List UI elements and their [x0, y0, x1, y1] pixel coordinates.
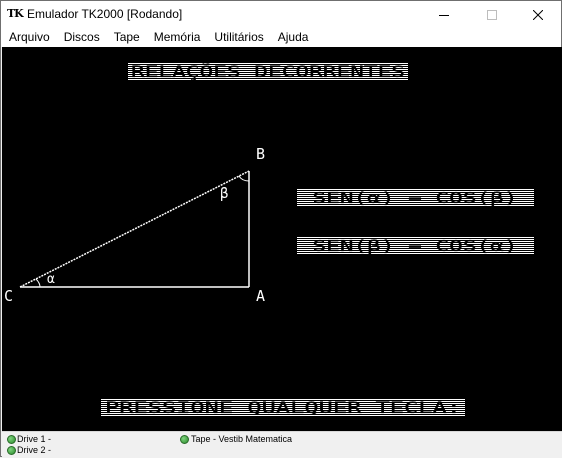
menu-utilitarios[interactable]: Utilitários — [207, 28, 270, 47]
maximize-button — [469, 1, 515, 28]
status-bar: Drive 1 - Drive 2 - Tape - Vestib Matema… — [2, 431, 562, 458]
close-icon — [533, 9, 543, 20]
menu-ajuda[interactable]: Ajuda — [271, 28, 316, 47]
close-button[interactable] — [515, 1, 561, 28]
title-bar[interactable]: TK Emulador TK2000 [Rodando] — [1, 1, 561, 28]
emulator-window: TK Emulador TK2000 [Rodando] Arquivo Dis… — [0, 0, 562, 458]
menu-memoria[interactable]: Memória — [147, 28, 208, 47]
screen-heading: RELAÇÕES DECORRENTES — [131, 62, 405, 81]
relation-1-text: SEN(α) = COS(β) — [313, 189, 518, 207]
menu-arquivo[interactable]: Arquivo — [1, 28, 57, 47]
maximize-icon — [487, 9, 497, 20]
drive1-status: Drive 1 - — [17, 434, 52, 444]
vertex-a-label: A — [256, 287, 265, 305]
drive1-led-icon — [7, 435, 16, 444]
vertex-b-label: B — [256, 145, 265, 163]
minimize-icon — [439, 14, 449, 16]
prompt-text: PRESSIONE QUALQUER TECLA: — [105, 398, 461, 417]
drive2-led-icon — [7, 446, 16, 455]
alpha-arc — [35, 278, 41, 288]
menu-tape[interactable]: Tape — [107, 28, 147, 47]
screen-graphics: RELAÇÕES DECORRENTES B A C β α SEN(α) = … — [4, 62, 534, 417]
relation-2-text: SEN(β) = COS(α) — [313, 237, 518, 255]
triangle-hypotenuse — [19, 170, 250, 288]
menu-bar: Arquivo Discos Tape Memória Utilitários … — [1, 28, 561, 47]
emulator-screen[interactable]: RELAÇÕES DECORRENTES B A C β α SEN(α) = … — [2, 47, 562, 431]
drive2-status: Drive 2 - — [17, 445, 52, 455]
window-title: Emulador TK2000 [Rodando] — [27, 7, 183, 21]
tape-led-icon — [180, 435, 189, 444]
beta-label: β — [220, 186, 228, 202]
vertex-c-label: C — [4, 287, 13, 305]
tape-status: Tape - Vestib Matematica — [191, 434, 293, 444]
minimize-button[interactable] — [421, 1, 467, 28]
beta-arc — [238, 175, 250, 182]
alpha-label: α — [47, 272, 55, 287]
menu-discos[interactable]: Discos — [57, 28, 107, 47]
tk-app-icon: TK — [7, 7, 24, 20]
